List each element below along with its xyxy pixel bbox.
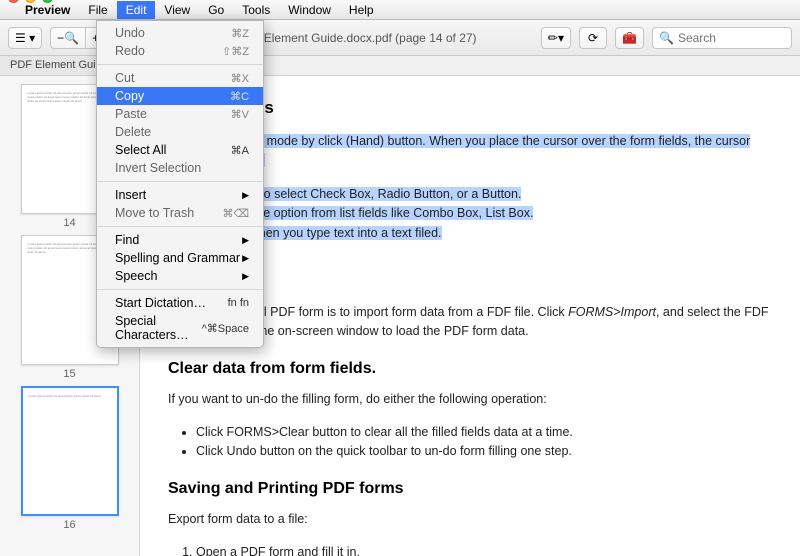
menu-item-cut: Cut ⌘X bbox=[97, 69, 263, 87]
menu-shortcut: ⌘⌫ bbox=[222, 207, 249, 220]
menu-item-label: Invert Selection bbox=[115, 161, 201, 175]
thumb-label: 16 bbox=[63, 519, 75, 531]
menu-view[interactable]: View bbox=[155, 1, 199, 19]
menu-shortcut: ⇧⌘Z bbox=[222, 45, 249, 58]
paragraph: Export form data to a file: bbox=[168, 510, 772, 529]
menu-item-label: Find bbox=[115, 233, 139, 247]
menu-item-special-characters[interactable]: Special Characters…^⌘Space bbox=[97, 312, 263, 344]
zoom-out-icon: −🔍 bbox=[57, 31, 79, 45]
menu-item-select-all[interactable]: Select All ⌘A bbox=[97, 141, 263, 159]
menu-item-label: Insert bbox=[115, 188, 146, 202]
menu-shortcut: ⌘C bbox=[230, 90, 249, 103]
bullet-list: Click FORMS>Clear button to clear all th… bbox=[196, 423, 772, 462]
thumb-16[interactable]: Lorem ipsum dolor sit amet lorem ipsum d… bbox=[21, 386, 119, 531]
menu-item-move-to-trash: Move to Trash ⌘⌫ bbox=[97, 204, 263, 222]
menu-item-paste: Paste ⌘V bbox=[97, 105, 263, 123]
menu-item-label: Cut bbox=[115, 71, 134, 85]
menu-shortcut: ⌘A bbox=[231, 144, 249, 157]
close-window-button[interactable] bbox=[8, 0, 19, 3]
menu-separator bbox=[97, 181, 263, 182]
toolbox-icon: 🧰 bbox=[622, 31, 637, 45]
menu-item-speech[interactable]: Speech ▶ bbox=[97, 267, 263, 285]
zoom-window-button[interactable] bbox=[42, 0, 53, 3]
menu-item-copy[interactable]: Copy ⌘C bbox=[97, 87, 263, 105]
menu-separator bbox=[97, 289, 263, 290]
menu-item-invert-selection: Invert Selection bbox=[97, 159, 263, 177]
search-icon: 🔍 bbox=[659, 31, 674, 45]
list-item: Click Undo button on the quick toolbar t… bbox=[196, 442, 772, 461]
rotate-icon: ⟳ bbox=[588, 31, 598, 45]
menu-item-label: Special Characters… bbox=[115, 314, 202, 342]
ordered-list: Open a PDF form and fill it in. Click FO… bbox=[196, 543, 772, 556]
menu-item-label: Undo bbox=[115, 26, 145, 40]
menu-file[interactable]: File bbox=[79, 1, 116, 19]
menu-item-redo: Redo ⇧⌘Z bbox=[97, 42, 263, 60]
heading-clear-data: Clear data from form fields. bbox=[168, 360, 772, 378]
menu-shortcut: ⌘X bbox=[231, 72, 249, 85]
menubar: Preview File Edit View Go Tools Window H… bbox=[0, 0, 800, 20]
markup-toolbar-button[interactable]: 🧰 bbox=[615, 27, 644, 49]
menu-separator bbox=[97, 64, 263, 65]
submenu-arrow-icon: ▶ bbox=[242, 253, 249, 264]
menu-item-label: Copy bbox=[115, 89, 144, 103]
rotate-button[interactable]: ⟳ bbox=[579, 27, 607, 49]
menu-item-label: Start Dictation… bbox=[115, 296, 206, 310]
pencil-icon: ✎ bbox=[544, 29, 561, 46]
search-input[interactable] bbox=[678, 31, 785, 45]
thumb-label: 14 bbox=[63, 217, 75, 229]
submenu-arrow-icon: ▶ bbox=[242, 190, 249, 201]
minimize-window-button[interactable] bbox=[25, 0, 36, 3]
menu-item-label: Delete bbox=[115, 125, 151, 139]
submenu-arrow-icon: ▶ bbox=[242, 235, 249, 246]
page-thumbnail-selected[interactable]: Lorem ipsum dolor sit amet lorem ipsum d… bbox=[21, 386, 119, 516]
menu-item-undo: Undo ⌘Z bbox=[97, 24, 263, 42]
menu-item-spelling-and-grammar[interactable]: Spelling and Grammar▶ bbox=[97, 249, 263, 267]
app-menu[interactable]: Preview bbox=[16, 1, 79, 19]
menu-item-find[interactable]: Find ▶ bbox=[97, 231, 263, 249]
menu-item-label: Spelling and Grammar bbox=[115, 251, 240, 265]
thumb-label: 15 bbox=[63, 368, 75, 380]
list-item: Open a PDF form and fill it in. bbox=[196, 543, 772, 556]
menu-item-label: Move to Trash bbox=[115, 206, 194, 220]
menu-tools[interactable]: Tools bbox=[233, 1, 279, 19]
zoom-out-button[interactable]: −🔍 bbox=[50, 27, 86, 49]
window-controls bbox=[8, 0, 53, 3]
menu-edit[interactable]: Edit bbox=[117, 1, 156, 19]
menu-item-label: Select All bbox=[115, 143, 166, 157]
menu-item-delete: Delete bbox=[97, 123, 263, 141]
menu-item-start-dictation[interactable]: Start Dictation… fn fn bbox=[97, 294, 263, 312]
list-item: Click FORMS>Clear button to clear all th… bbox=[196, 423, 772, 442]
edit-menu-dropdown: Undo ⌘Z Redo ⇧⌘Z Cut ⌘X Copy ⌘C Paste ⌘V Delete Sel… bbox=[96, 20, 264, 348]
paragraph: If you want to un-do the filling form, d… bbox=[168, 390, 772, 409]
menu-item-insert[interactable]: Insert ▶ bbox=[97, 186, 263, 204]
menu-shortcut: fn fn bbox=[228, 297, 249, 309]
highlight-button[interactable]: ✎ ▾ bbox=[541, 27, 571, 49]
menu-item-label: Speech bbox=[115, 269, 157, 283]
menu-help[interactable]: Help bbox=[340, 1, 383, 19]
menu-shortcut: ⌘V bbox=[231, 108, 249, 121]
menu-item-label: Redo bbox=[115, 44, 145, 58]
submenu-arrow-icon: ▶ bbox=[242, 271, 249, 282]
search-field[interactable]: 🔍 bbox=[652, 27, 792, 49]
heading-save-print: Saving and Printing PDF forms bbox=[168, 480, 772, 498]
view-mode-button[interactable]: ☰ ▾ bbox=[8, 27, 42, 49]
menu-window[interactable]: Window bbox=[279, 1, 340, 19]
menu-separator bbox=[97, 226, 263, 227]
menu-shortcut: ^⌘Space bbox=[202, 322, 249, 335]
menu-item-label: Paste bbox=[115, 107, 147, 121]
menu-shortcut: ⌘Z bbox=[231, 27, 249, 40]
menu-go[interactable]: Go bbox=[199, 1, 233, 19]
